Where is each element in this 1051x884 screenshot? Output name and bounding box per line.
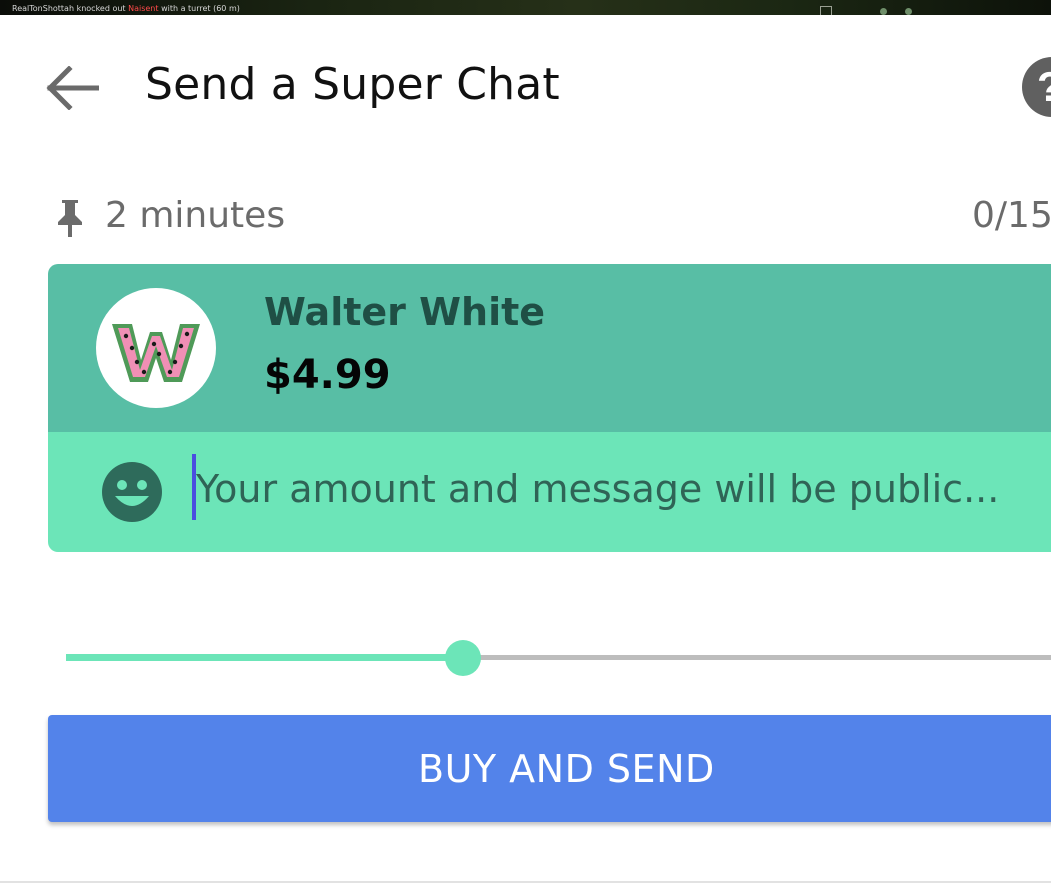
slider-thumb[interactable] xyxy=(445,640,481,676)
killfeed-text: RealTonShottah knocked out Naisent with … xyxy=(12,4,240,13)
hud-icon xyxy=(820,6,832,15)
channel-name: Walter White xyxy=(264,290,546,334)
message-compose-row xyxy=(48,432,1051,552)
card-header: Walter White $4.99 xyxy=(48,264,1051,432)
avatar xyxy=(96,288,216,408)
killfeed-prefix: RealTonShottah knocked out xyxy=(12,4,126,13)
slider-fill xyxy=(66,654,463,661)
hud-dot-icon xyxy=(880,8,887,15)
help-circle-icon: ? xyxy=(1037,63,1051,111)
pin-duration: 2 minutes xyxy=(105,195,286,236)
page-title: Send a Super Chat xyxy=(145,59,560,110)
back-button[interactable] xyxy=(40,63,104,113)
message-input[interactable] xyxy=(192,454,1051,524)
killfeed-suffix: with a turret (60 m) xyxy=(161,4,240,13)
video-preview-strip: RealTonShottah knocked out Naisent with … xyxy=(0,0,1051,15)
smiley-face-icon[interactable] xyxy=(100,460,164,524)
watermelon-w-avatar xyxy=(112,324,200,382)
dialog-header: Send a Super Chat ? xyxy=(0,15,1051,155)
arrow-left-icon xyxy=(46,66,99,110)
super-chat-amount: $4.99 xyxy=(264,352,391,398)
buy-and-send-label: BUY AND SEND xyxy=(418,746,715,791)
text-caret xyxy=(192,454,196,520)
buy-and-send-button[interactable]: BUY AND SEND xyxy=(48,715,1051,822)
character-counter: 0/15 xyxy=(972,195,1051,236)
amount-slider[interactable] xyxy=(66,636,1051,680)
killfeed-victim: Naisent xyxy=(128,4,159,13)
pin-icon xyxy=(58,200,82,237)
hud-dot-icon xyxy=(905,8,912,15)
super-chat-meta: 2 minutes 0/15 xyxy=(0,190,1051,244)
bottom-divider xyxy=(0,881,1051,883)
super-chat-preview-card: Walter White $4.99 xyxy=(48,264,1051,552)
help-button[interactable]: ? xyxy=(1022,57,1051,117)
